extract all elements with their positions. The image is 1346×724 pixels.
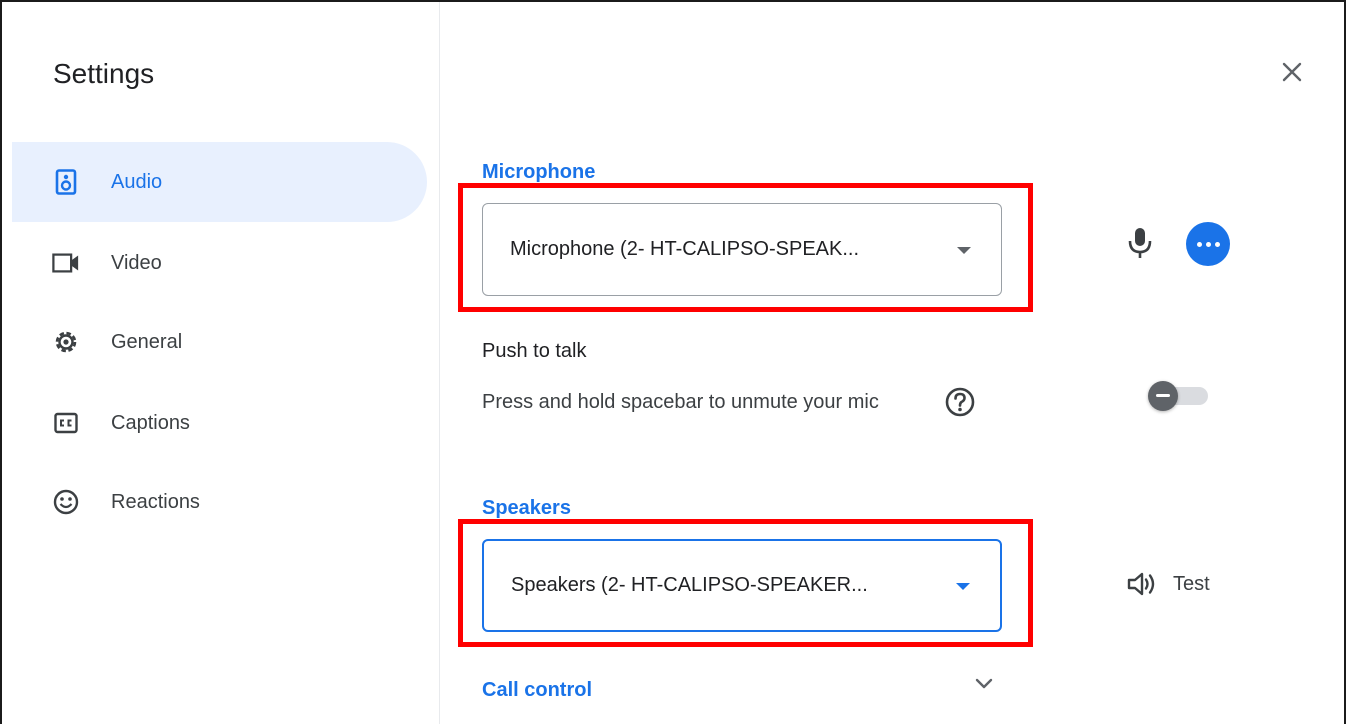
video-camera-icon <box>52 249 80 277</box>
push-to-talk-title: Push to talk <box>482 340 587 362</box>
dropdown-caret-icon <box>957 246 971 254</box>
sidebar-item-label: General <box>111 330 183 353</box>
sidebar-item-label: Audio <box>111 170 163 193</box>
close-icon <box>1282 62 1302 82</box>
speaker-device-icon <box>52 168 80 196</box>
push-to-talk-description: Press and hold spacebar to unmute your m… <box>482 391 879 413</box>
sidebar-item-label: Reactions <box>111 490 200 513</box>
sidebar-item-video[interactable]: Video <box>12 223 427 303</box>
sidebar-item-label: Captions <box>111 411 190 434</box>
chevron-down-icon[interactable] <box>968 668 1000 700</box>
microphone-icon[interactable] <box>1126 226 1154 260</box>
more-options-icon[interactable] <box>1186 222 1230 266</box>
microphone-label: Microphone <box>482 161 596 183</box>
dropdown-caret-icon <box>956 582 970 590</box>
microphone-select[interactable]: Microphone (2- HT-CALIPSO-SPEAK... <box>482 203 1002 296</box>
dialog-title: Settings <box>53 58 155 89</box>
speakers-label: Speakers <box>482 497 571 519</box>
speaker-volume-icon <box>1127 572 1155 596</box>
speakers-select[interactable]: Speakers (2- HT-CALIPSO-SPEAKER... <box>482 539 1002 632</box>
sidebar-item-audio[interactable]: Audio <box>12 142 427 222</box>
close-button[interactable] <box>1272 52 1312 92</box>
speakers-selected-value: Speakers (2- HT-CALIPSO-SPEAKER... <box>511 574 868 596</box>
sidebar-item-general[interactable]: General <box>12 302 427 382</box>
microphone-selected-value: Microphone (2- HT-CALIPSO-SPEAK... <box>510 238 860 260</box>
test-label: Test <box>1173 572 1210 595</box>
sidebar-item-label: Video <box>111 251 162 274</box>
sidebar-divider <box>439 2 440 724</box>
push-to-talk-toggle[interactable] <box>1148 381 1210 411</box>
smiley-icon <box>52 488 80 516</box>
test-speakers-button[interactable]: Test <box>1126 566 1210 602</box>
call-control-label[interactable]: Call control <box>482 679 592 702</box>
help-icon[interactable] <box>944 386 976 418</box>
sidebar-item-captions[interactable]: Captions <box>12 383 427 463</box>
toggle-thumb <box>1148 381 1178 411</box>
gear-icon <box>52 328 80 356</box>
sidebar-item-reactions[interactable]: Reactions <box>12 462 427 542</box>
closed-captions-icon <box>52 409 80 437</box>
